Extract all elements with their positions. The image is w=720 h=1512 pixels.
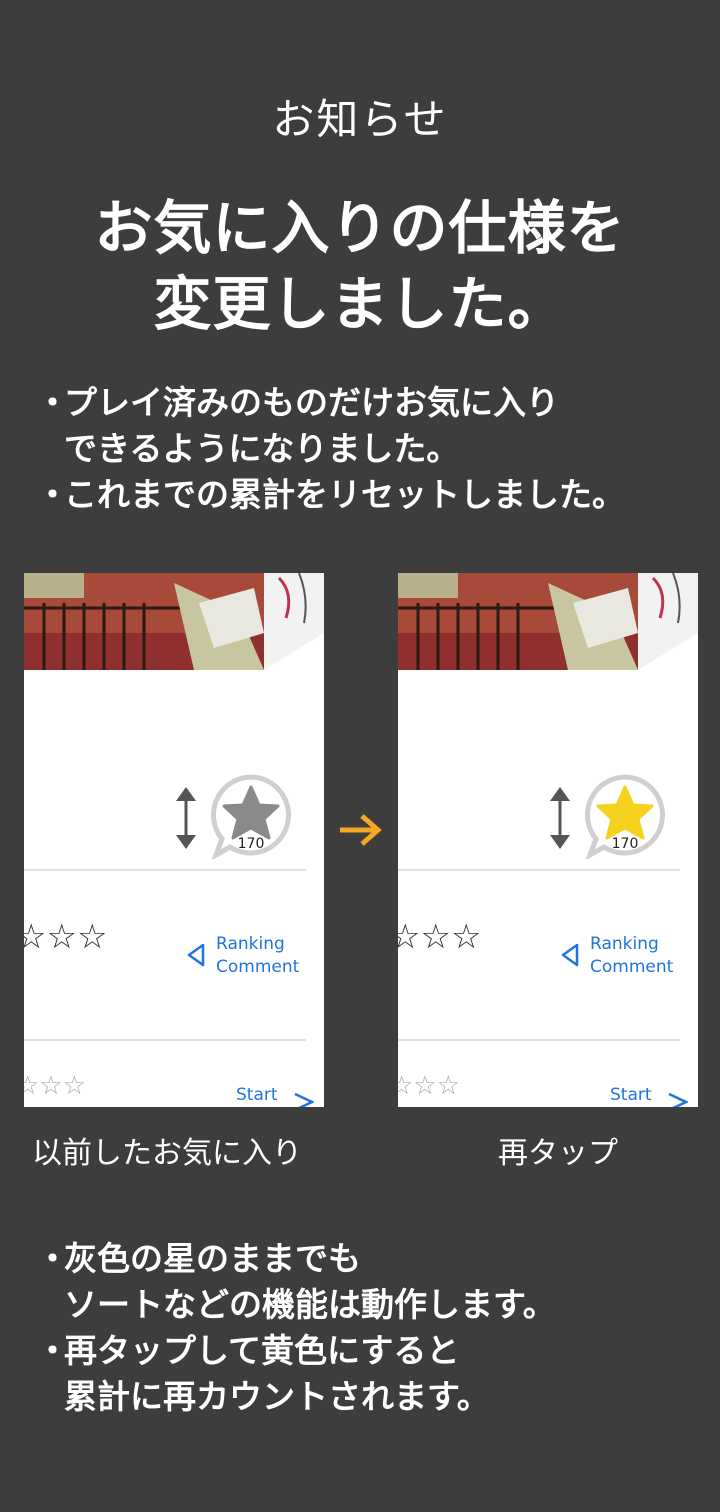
arrow-right-icon <box>340 814 382 846</box>
bullet-line: これまでの累計をリセットしました。 <box>64 475 625 514</box>
link-line: Comment <box>216 957 300 977</box>
bullet-dot: ・ <box>36 1331 69 1370</box>
header-label: お知らせ <box>272 95 448 144</box>
start-button[interactable]: Start <box>610 1085 652 1105</box>
rating-stars: ☆☆☆ <box>24 917 108 957</box>
divider <box>398 869 680 871</box>
rating-stars: ☆☆☆ <box>398 917 482 957</box>
bullet-dot: ・ <box>36 1239 69 1278</box>
divider <box>24 1039 306 1041</box>
headline-line-1: お気に入りの仕様を <box>94 194 626 262</box>
play-icon[interactable] <box>666 1091 688 1107</box>
bullet-list-bottom: ・ 灰色の星のままでも ソートなどの機能は動作します。 ・ 再タップして黄色にす… <box>36 1236 696 1420</box>
headline-line-2: 変更しました。 <box>153 270 567 338</box>
favorite-count: 170 <box>611 836 639 852</box>
bullet-item: ・ プレイ済みのものだけお気に入り できるようになりました。 <box>36 380 696 472</box>
screenshot-before: 170 ☆☆☆ Ranking Comment ☆☆☆ Start <box>24 573 324 1107</box>
rating-stars-secondary: ☆☆☆ <box>398 1071 460 1101</box>
sort-icon[interactable] <box>548 785 572 851</box>
divider <box>398 1039 680 1041</box>
link-line: Ranking <box>590 934 659 954</box>
play-icon[interactable] <box>292 1091 314 1107</box>
bullet-list-top: ・ プレイ済みのものだけお気に入り できるようになりました。 ・ これまでの累計… <box>36 380 696 518</box>
bullet-line: できるようになりました。 <box>64 429 460 468</box>
bullet-item: ・ 再タップして黄色にすると 累計に再カウントされます。 <box>36 1328 696 1420</box>
bullet-line: 再タップして黄色にすると <box>64 1331 460 1370</box>
rating-stars-secondary: ☆☆☆ <box>24 1071 86 1101</box>
headline: お気に入りの仕様を 変更しました。 <box>0 190 720 342</box>
bullet-item: ・ これまでの累計をリセットしました。 <box>36 472 696 518</box>
caption-after: 再タップ <box>498 1136 618 1171</box>
favorite-count: 170 <box>237 836 265 852</box>
link-line: Ranking <box>216 934 285 954</box>
bullet-line: プレイ済みのものだけお気に入り <box>64 383 559 422</box>
start-button[interactable]: Start <box>236 1085 278 1105</box>
screenshot-after: 170 ☆☆☆ Ranking Comment ☆☆☆ Start <box>398 573 698 1107</box>
bullet-line: ソートなどの機能は動作します。 <box>64 1285 556 1324</box>
sort-icon[interactable] <box>174 785 198 851</box>
bullet-line: 累計に再カウントされます。 <box>64 1377 490 1416</box>
triangle-left-icon <box>561 943 579 967</box>
thumbnail-art <box>24 573 324 670</box>
link-line: Comment <box>590 957 674 977</box>
triangle-left-icon <box>187 943 205 967</box>
bullet-line: 灰色の星のままでも <box>64 1239 361 1278</box>
bullet-dot: ・ <box>36 475 69 514</box>
caption-before: 以前したお気に入り <box>32 1136 302 1171</box>
bullet-item: ・ 灰色の星のままでも ソートなどの機能は動作します。 <box>36 1236 696 1328</box>
bullet-dot: ・ <box>36 383 69 422</box>
divider <box>24 869 306 871</box>
thumbnail-art <box>398 573 698 670</box>
